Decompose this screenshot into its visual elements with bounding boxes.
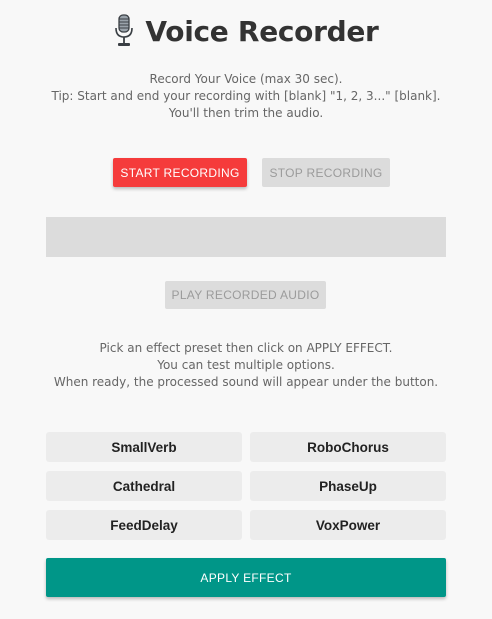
voice-recorder-page: Voice Recorder Record Your Voice (max 30…	[0, 0, 492, 619]
effect-instructions: Pick an effect preset then click on APPL…	[0, 340, 492, 391]
audio-player[interactable]	[46, 217, 446, 257]
intro-line-2: Tip: Start and end your recording with […	[51, 89, 441, 103]
preset-robochorus-button[interactable]: RoboChorus	[250, 432, 446, 462]
intro-text: Record Your Voice (max 30 sec). Tip: Sta…	[0, 71, 492, 122]
intro-line-1: Record Your Voice (max 30 sec).	[149, 72, 343, 86]
page-title: Voice Recorder	[145, 14, 379, 48]
preset-phaseup-button[interactable]: PhaseUp	[250, 471, 446, 501]
play-recorded-audio-button[interactable]: PLAY RECORDED AUDIO	[165, 281, 326, 309]
instructions-line-1: Pick an effect preset then click on APPL…	[99, 341, 393, 355]
start-recording-button[interactable]: START RECORDING	[113, 158, 247, 187]
instructions-line-2: You can test multiple options.	[157, 358, 335, 372]
microphone-icon	[113, 14, 135, 48]
preset-smallverb-button[interactable]: SmallVerb	[46, 432, 242, 462]
preset-voxpower-button[interactable]: VoxPower	[250, 510, 446, 540]
intro-line-3: You'll then trim the audio.	[168, 106, 324, 120]
page-header: Voice Recorder	[0, 14, 492, 48]
stop-recording-button[interactable]: STOP RECORDING	[262, 158, 390, 187]
preset-cathedral-button[interactable]: Cathedral	[46, 471, 242, 501]
apply-effect-button[interactable]: APPLY EFFECT	[46, 558, 446, 597]
preset-feeddelay-button[interactable]: FeedDelay	[46, 510, 242, 540]
instructions-line-3: When ready, the processed sound will app…	[53, 375, 439, 389]
